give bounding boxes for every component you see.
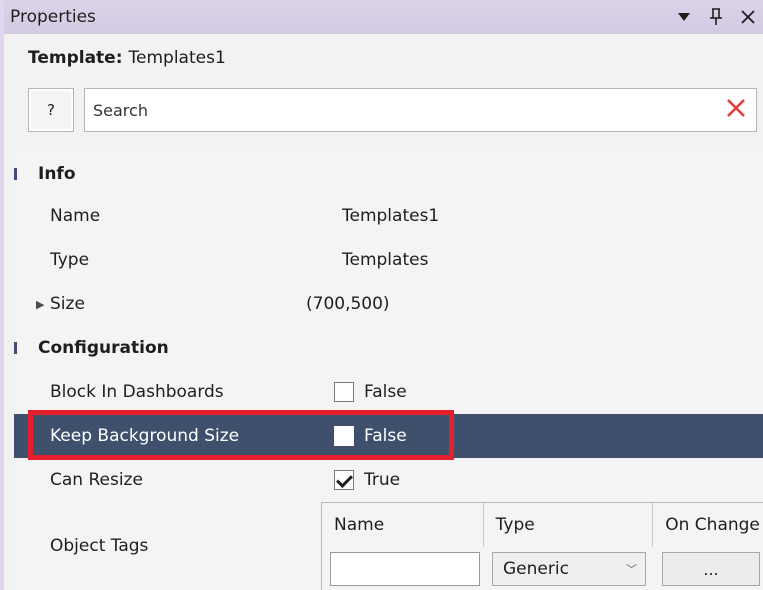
template-key: Template: <box>28 48 123 68</box>
property-value: Templates <box>342 250 429 270</box>
tag-type-select[interactable]: Generic ﹀ <box>492 552 646 586</box>
on-change-button[interactable]: ... <box>662 552 760 586</box>
column-header-type[interactable]: Type <box>484 503 654 547</box>
table-row: Generic ﹀ ... <box>322 547 763 590</box>
category-info[interactable]: Info <box>14 152 763 196</box>
panel-title: Properties <box>10 7 96 27</box>
object-tags-table: Name Type On Change Generic ﹀ ... <box>321 502 763 590</box>
property-label: Name <box>50 206 101 226</box>
properties-panel: Properties Template: Templates1 ? Search… <box>0 0 763 590</box>
search-input[interactable] <box>93 100 653 120</box>
title-bar: Properties <box>4 0 763 34</box>
property-value: Templates1 <box>342 206 440 226</box>
checkbox-checked[interactable] <box>334 470 354 490</box>
template-header: Template: Templates1 <box>14 38 754 78</box>
template-value: Templates1 <box>128 48 226 68</box>
property-value: False <box>334 426 407 446</box>
checkbox[interactable] <box>334 382 354 402</box>
property-label: Object Tags <box>50 536 149 556</box>
property-label: Keep Background Size <box>50 426 240 446</box>
property-label: Size <box>50 294 85 314</box>
property-label: Can Resize <box>50 470 143 490</box>
window-controls <box>675 8 757 26</box>
category-configuration[interactable]: Configuration <box>14 326 763 370</box>
help-button[interactable]: ? <box>28 88 74 132</box>
table-header: Name Type On Change <box>322 503 763 547</box>
property-value: (700,500) <box>306 294 390 314</box>
property-label: Type <box>50 250 90 270</box>
category-label: Info <box>38 164 76 184</box>
property-row-can-resize[interactable]: Can Resize True <box>14 458 763 502</box>
checkbox-text: True <box>364 470 401 490</box>
clear-x-icon[interactable] <box>726 98 746 123</box>
property-value: True <box>334 470 400 490</box>
checkbox-text: False <box>364 426 407 446</box>
checkbox[interactable] <box>334 426 354 446</box>
property-row-type[interactable]: Type Templates <box>14 238 763 282</box>
triangle-down-icon[interactable] <box>675 8 693 26</box>
property-row-keep-background-size[interactable]: Keep Background Size False <box>14 414 763 458</box>
chevron-down-icon: ﹀ <box>626 563 637 576</box>
category-marker <box>14 168 17 180</box>
search-row: ? <box>14 82 757 138</box>
property-label: Block In Dashboards <box>50 382 224 402</box>
category-marker <box>14 342 17 354</box>
tag-name-input[interactable] <box>330 552 480 586</box>
column-header-on-change[interactable]: On Change <box>653 503 763 547</box>
checkbox-text: False <box>364 382 407 402</box>
property-value: False <box>334 382 407 402</box>
select-value: Generic <box>503 559 569 579</box>
column-header-name[interactable]: Name <box>322 503 484 547</box>
category-label: Configuration <box>38 338 169 358</box>
close-icon[interactable] <box>739 8 757 26</box>
property-row-name[interactable]: Name Templates1 <box>14 194 763 238</box>
name-cell <box>322 547 484 590</box>
on-change-cell: ... <box>654 547 763 590</box>
search-box[interactable] <box>84 88 757 132</box>
property-row-size[interactable]: ▶ Size (700,500) <box>14 282 763 326</box>
expand-arrow-icon[interactable]: ▶ <box>36 298 44 311</box>
type-cell: Generic ﹀ <box>484 547 654 590</box>
property-row-block-in-dashboards[interactable]: Block In Dashboards False <box>14 370 763 414</box>
pin-icon[interactable] <box>707 8 725 26</box>
